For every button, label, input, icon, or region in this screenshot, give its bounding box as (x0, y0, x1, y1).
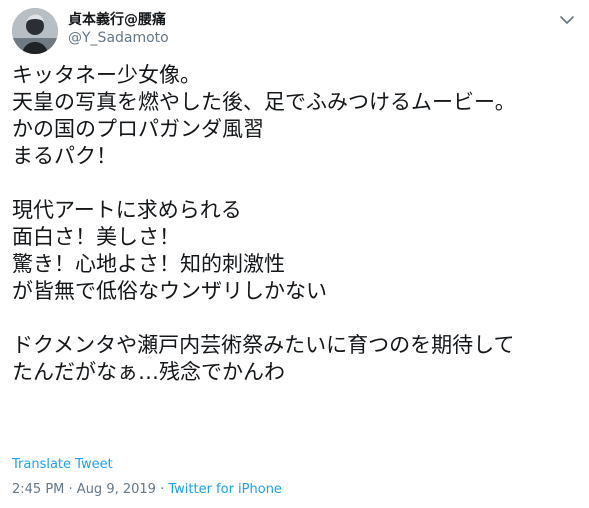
tweet-text: キッタネー少女像。 天皇の写真を燃やした後、足でふみつけるムービー。 かの国のプ… (12, 62, 577, 386)
tweet-line: まるパク！ (12, 144, 117, 168)
tweet-line: 天皇の写真を燃やした後、足でふみつけるムービー。 (12, 90, 516, 114)
tweet-line: たんだがなぁ…残念でかんわ (12, 360, 285, 384)
tweet-line: ドクメンタや瀬戸内芸術祭みたいに育つのを期待して (12, 333, 515, 357)
tweet-source-link[interactable]: Twitter for iPhone (168, 482, 282, 497)
avatar-photo-icon (12, 8, 58, 54)
tweet-line: かの国のプロパガンダ風習 (12, 117, 264, 141)
tweet-line: 現代アートに求められる (12, 198, 242, 222)
tweet-line: 面白さ！美しさ！ (12, 225, 180, 249)
avatar[interactable] (12, 8, 58, 54)
tweet-line: 驚き！心地よさ！知的刺激性 (12, 252, 285, 276)
display-name[interactable]: 貞本義行@腰痛 (68, 9, 166, 29)
chevron-down-icon (560, 16, 574, 24)
meta-separator: · (64, 482, 77, 497)
tweet-meta: 2:45 PM · Aug 9, 2019 · Twitter for iPho… (12, 482, 282, 497)
tweet-time[interactable]: 2:45 PM (12, 482, 64, 497)
meta-separator: · (155, 482, 169, 497)
tweet-date[interactable]: Aug 9, 2019 (77, 482, 156, 497)
tweet-line: キッタネー少女像。 (12, 63, 201, 87)
tweet: 貞本義行@腰痛 @Y_Sadamoto キッタネー少女像。 天皇の写真を燃やした… (0, 0, 589, 508)
tweet-line (12, 170, 577, 197)
user-handle[interactable]: @Y_Sadamoto (68, 30, 169, 46)
tweet-line (12, 305, 577, 332)
tweet-line: が皆無で低俗なウンザリしかない (12, 279, 327, 303)
translate-tweet-link[interactable]: Translate Tweet (12, 457, 113, 472)
tweet-menu-button[interactable] (557, 12, 577, 26)
